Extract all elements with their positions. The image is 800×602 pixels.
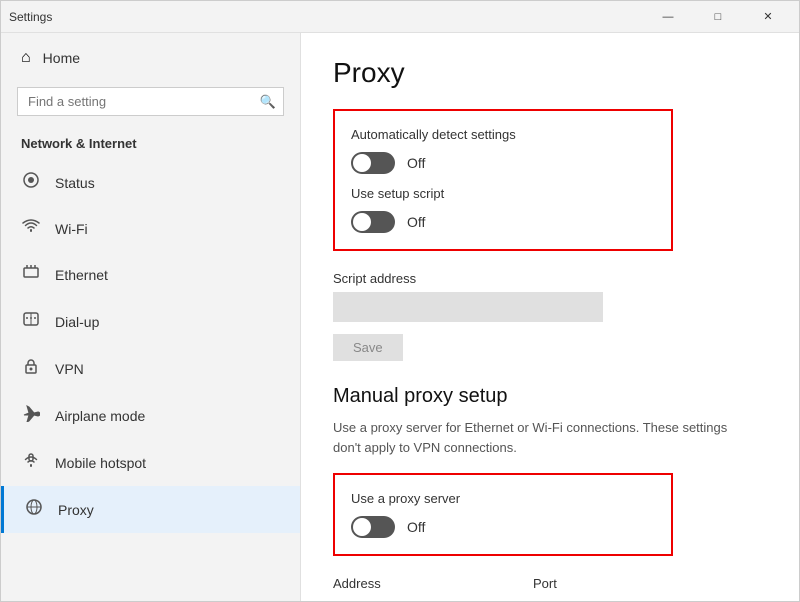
sidebar-item-airplane-label: Airplane mode [55, 408, 145, 424]
minimize-button[interactable]: — [645, 1, 691, 33]
setup-script-toggle[interactable] [351, 211, 395, 233]
vpn-icon [21, 357, 41, 380]
sidebar-item-status[interactable]: Status [1, 159, 300, 206]
sidebar-item-ethernet[interactable]: Ethernet [1, 251, 300, 298]
sidebar-search[interactable]: 🔍 [17, 87, 284, 116]
use-proxy-box: Use a proxy server Off [333, 473, 673, 556]
main-panel: Proxy Automatically detect settings Off … [301, 33, 799, 601]
sidebar-item-dialup-label: Dial-up [55, 314, 99, 330]
script-address-input[interactable] [333, 292, 603, 322]
auto-detect-label: Automatically detect settings [351, 127, 655, 142]
address-port-row: Address Port [333, 576, 767, 601]
sidebar-item-status-label: Status [55, 175, 95, 191]
home-label: Home [43, 50, 80, 66]
sidebar-item-vpn[interactable]: VPN [1, 345, 300, 392]
manual-proxy-title: Manual proxy setup [333, 385, 767, 408]
sidebar-item-airplane[interactable]: Airplane mode [1, 392, 300, 439]
use-proxy-toggle[interactable] [351, 516, 395, 538]
port-group: Port [533, 576, 613, 601]
sidebar-item-proxy[interactable]: Proxy [1, 486, 300, 533]
sidebar-item-wifi[interactable]: Wi-Fi [1, 206, 300, 251]
sidebar-item-hotspot-label: Mobile hotspot [55, 455, 146, 471]
port-label: Port [533, 576, 613, 591]
sidebar: ⌂ Home 🔍 Network & Internet Status [1, 33, 301, 601]
main-content: ⌂ Home 🔍 Network & Internet Status [1, 33, 799, 601]
auto-detect-row: Off [351, 152, 655, 174]
window-title: Settings [9, 10, 52, 24]
airplane-icon [21, 404, 41, 427]
address-label: Address [333, 576, 513, 591]
sidebar-section-title: Network & Internet [1, 128, 300, 159]
sidebar-item-home[interactable]: ⌂ Home [1, 33, 300, 83]
setup-script-state: Off [407, 214, 425, 230]
setup-script-row: Off [351, 211, 655, 233]
automatic-proxy-box: Automatically detect settings Off Use se… [333, 109, 673, 251]
use-proxy-row: Off [351, 516, 655, 538]
setup-script-label: Use setup script [351, 186, 655, 201]
manual-proxy-description: Use a proxy server for Ethernet or Wi-Fi… [333, 418, 753, 457]
sidebar-item-hotspot[interactable]: Mobile hotspot [1, 439, 300, 486]
sidebar-item-ethernet-label: Ethernet [55, 267, 108, 283]
address-group: Address [333, 576, 513, 601]
status-icon [21, 171, 41, 194]
auto-detect-toggle[interactable] [351, 152, 395, 174]
sidebar-item-vpn-label: VPN [55, 361, 84, 377]
close-button[interactable]: ✕ [745, 1, 791, 33]
hotspot-icon [21, 451, 41, 474]
proxy-icon [24, 498, 44, 521]
sidebar-item-wifi-label: Wi-Fi [55, 221, 88, 237]
title-bar: Settings — □ ✕ [1, 1, 799, 33]
maximize-button[interactable]: □ [695, 1, 741, 33]
sidebar-item-proxy-label: Proxy [58, 502, 94, 518]
dialup-icon [21, 310, 41, 333]
search-icon: 🔍 [260, 94, 276, 110]
ethernet-icon [21, 263, 41, 286]
page-title: Proxy [333, 57, 767, 89]
wifi-icon [21, 218, 41, 239]
script-address-label: Script address [333, 271, 767, 286]
auto-detect-state: Off [407, 155, 425, 171]
settings-window: Settings — □ ✕ ⌂ Home 🔍 Network & Intern… [0, 0, 800, 602]
use-proxy-label: Use a proxy server [351, 491, 655, 506]
sidebar-item-dialup[interactable]: Dial-up [1, 298, 300, 345]
search-input[interactable] [17, 87, 284, 116]
window-controls: — □ ✕ [645, 1, 791, 33]
home-icon: ⌂ [21, 49, 31, 67]
use-proxy-state: Off [407, 519, 425, 535]
save-button[interactable]: Save [333, 334, 403, 361]
